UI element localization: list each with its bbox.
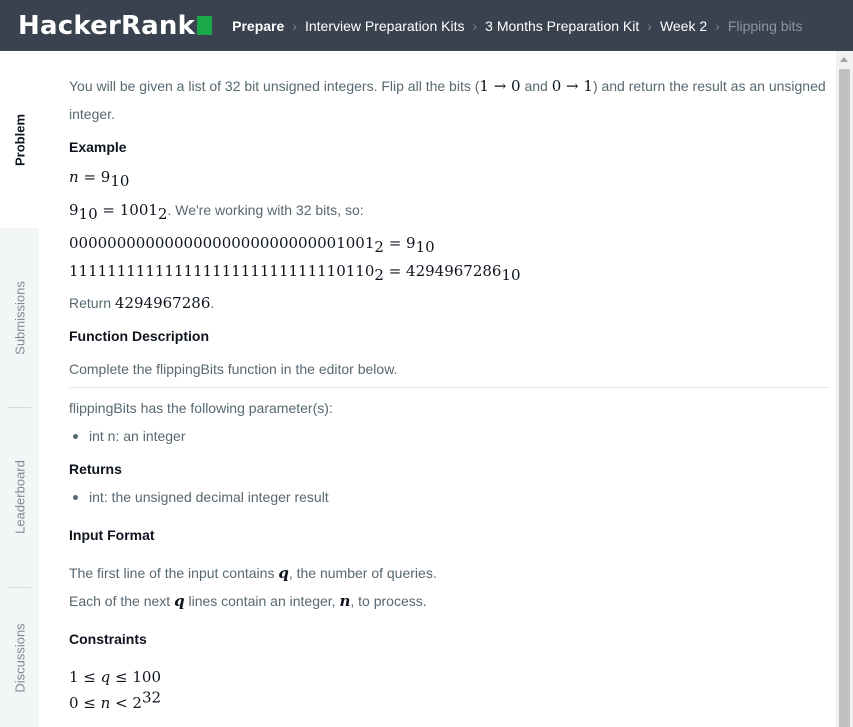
intro-paragraph: You will be given a list of 32 bit unsig… [69, 77, 826, 122]
returns-list: int: the unsigned decimal integer result [69, 483, 831, 511]
problem-statement: You will be given a list of 32 bit unsig… [69, 51, 831, 717]
list-item: int n: an integer [69, 422, 831, 450]
list-item: int: the unsigned decimal integer result [69, 483, 831, 511]
breadcrumb-interview-kits[interactable]: Interview Preparation Kits [305, 18, 465, 34]
math-0-to-1: 0 → 1 [551, 77, 593, 95]
math-1-to-0: 1 → 0 [479, 77, 521, 95]
tab-problem[interactable]: Problem [0, 51, 39, 228]
chevron-right-icon: › [647, 17, 652, 34]
chevron-right-icon: › [715, 17, 720, 34]
tab-discussions-label: Discussions [12, 622, 27, 693]
logo-text: HackerRank [18, 10, 196, 41]
tab-submissions[interactable]: Submissions [0, 228, 39, 407]
tab-leaderboard[interactable]: Leaderboard [0, 408, 39, 586]
example-n: n = 910 [69, 168, 130, 190]
binary-line-2: 111111111111111111111111111101102 = 4294… [69, 262, 521, 284]
tab-problem-label: Problem [12, 113, 27, 166]
function-description: Complete the flippingBits function in th… [69, 361, 398, 377]
params-intro: flippingBits has the following parameter… [69, 400, 333, 416]
input-format-line-2: Each of the next q lines contain an inte… [69, 592, 427, 610]
constraint-n: 0 ≤ n < 232 [69, 688, 162, 712]
tab-leaderboard-label: Leaderboard [12, 460, 27, 534]
breadcrumb-prepare[interactable]: Prepare [232, 18, 284, 34]
input-format-heading: Input Format [69, 527, 155, 543]
breadcrumb-current: Flipping bits [727, 17, 803, 34]
breadcrumb-week-2[interactable]: Week 2 [660, 18, 707, 34]
hackerrank-logo[interactable]: HackerRank [18, 10, 213, 41]
return-line: Return 4294967286. [69, 294, 215, 312]
breadcrumb: Prepare › Interview Preparation Kits › 3… [232, 18, 802, 34]
function-description-heading: Function Description [69, 328, 209, 344]
binary-line-1: 000000000000000000000000000010012 = 910 [69, 234, 435, 256]
divider [69, 387, 829, 388]
constraint-q: 1 ≤ q ≤ 100 [69, 668, 162, 686]
example-heading: Example [69, 139, 127, 155]
example-binary: 910 = 10012. We're working with 32 bits,… [69, 201, 364, 223]
tab-discussions[interactable]: Discussions [0, 588, 39, 727]
params-list: int n: an integer [69, 422, 831, 450]
sidebar-tabs: Problem Submissions Leaderboard Discussi… [0, 51, 39, 727]
tab-submissions-label: Submissions [12, 280, 27, 355]
chevron-right-icon: › [292, 17, 297, 34]
scroll-up-arrow-icon[interactable] [840, 57, 848, 62]
scroll-thumb[interactable] [839, 69, 850, 727]
returns-heading: Returns [69, 461, 122, 477]
logo-block-icon [197, 16, 213, 35]
input-format-line-1: The first line of the input contains q, … [69, 564, 437, 582]
constraints-heading: Constraints [69, 631, 147, 647]
chevron-right-icon: › [472, 17, 478, 34]
top-navbar: HackerRank Prepare › Interview Preparati… [0, 0, 853, 51]
scrollbar[interactable] [836, 51, 853, 727]
breadcrumb-3-months-kit[interactable]: 3 Months Preparation Kit [485, 18, 639, 34]
